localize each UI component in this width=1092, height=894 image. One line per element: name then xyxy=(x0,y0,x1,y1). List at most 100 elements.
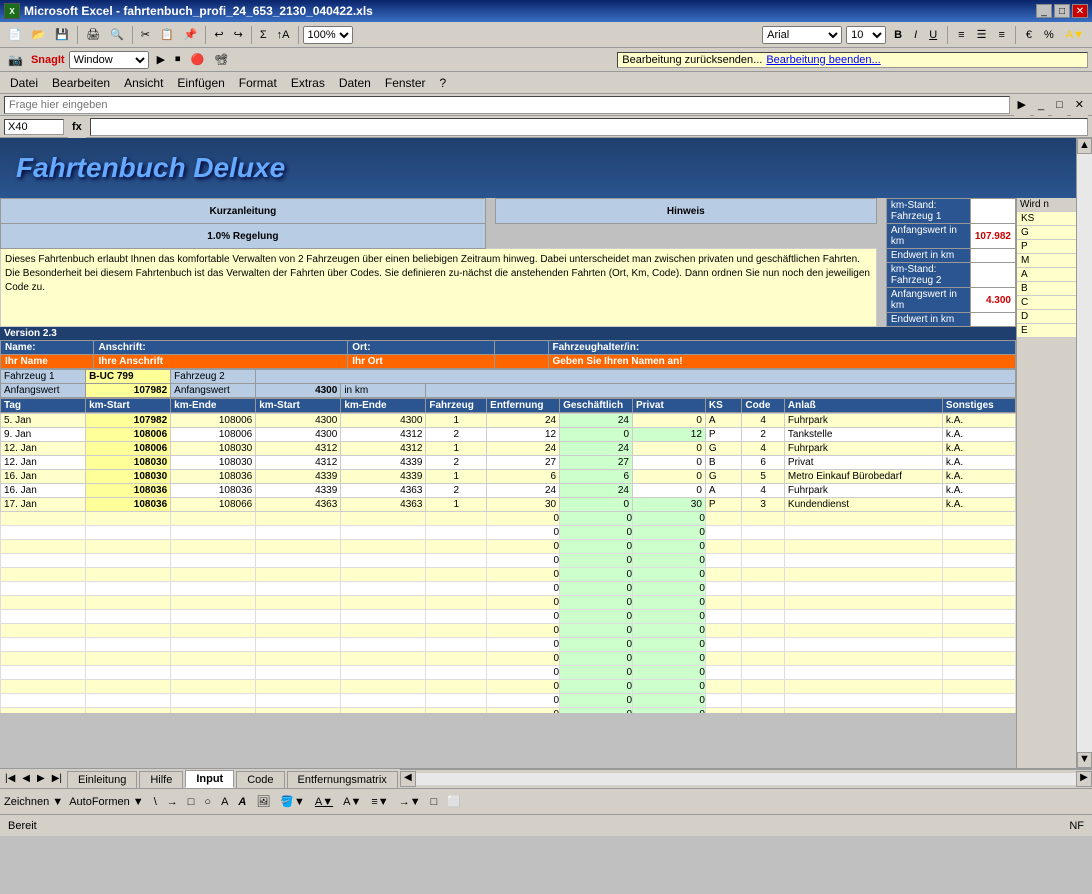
tab-hilfe[interactable]: Hilfe xyxy=(139,771,183,788)
bearbeitung-btn[interactable]: Bearbeitung beenden... xyxy=(766,54,880,66)
menu-extras[interactable]: Extras xyxy=(285,74,331,92)
scroll-up-button[interactable]: ▲ xyxy=(1077,138,1092,154)
currency-button[interactable]: € xyxy=(1022,24,1036,46)
minimize-app-button[interactable]: _ xyxy=(1034,94,1048,116)
empty-cell xyxy=(256,596,341,610)
tab-einleitung[interactable]: Einleitung xyxy=(67,771,137,788)
menu-datei[interactable]: Datei xyxy=(4,74,44,92)
menu-fenster[interactable]: Fenster xyxy=(379,74,432,92)
side-item-d: D xyxy=(1017,310,1076,324)
regelung-tab[interactable]: 1.0% Regelung xyxy=(1,224,486,249)
fontsize-select[interactable]: 10 xyxy=(846,26,886,44)
snagit-btn4[interactable]: 📽 xyxy=(210,49,232,71)
align-center-button[interactable]: ☰ xyxy=(973,24,991,46)
close-button[interactable]: ✕ xyxy=(1072,4,1088,18)
wordart-btn[interactable]: A xyxy=(234,791,250,813)
underline-button[interactable]: U xyxy=(925,24,941,46)
close-app-button[interactable]: ✕ xyxy=(1071,94,1088,116)
italic-button[interactable]: I xyxy=(910,24,921,46)
tab-last-button[interactable]: ▶| xyxy=(49,773,65,784)
align-left-button[interactable]: ≡ xyxy=(954,24,968,46)
maximize-app-button[interactable]: □ xyxy=(1052,94,1067,116)
tab-prev-button[interactable]: ◀ xyxy=(19,773,33,784)
copy-button[interactable]: 📋 xyxy=(156,24,178,46)
font-select[interactable]: Arial xyxy=(762,26,842,44)
window-controls[interactable]: _ □ ✕ xyxy=(1036,4,1088,18)
tab-entfernungsmatrix[interactable]: Entfernungsmatrix xyxy=(287,771,398,788)
empty-row: 000 xyxy=(1,708,1016,714)
sort-asc-button[interactable]: ↑A xyxy=(273,24,294,46)
shadow-btn[interactable]: □ xyxy=(427,791,442,813)
open-button[interactable]: 📂 xyxy=(28,24,50,46)
autoformen-btn[interactable]: AutoFormen ▼ xyxy=(65,791,147,813)
preview-button[interactable]: 🔍 xyxy=(106,24,128,46)
tab-input[interactable]: Input xyxy=(185,770,234,788)
undo-button[interactable]: ↩ xyxy=(210,24,227,46)
zoom-select[interactable]: 100% xyxy=(303,26,353,44)
empty-cell: 0 xyxy=(487,694,560,708)
kurzanleitung-tab[interactable]: Kurzanleitung xyxy=(1,199,486,224)
question-input[interactable] xyxy=(4,96,1010,114)
scroll-right-button[interactable]: ▶ xyxy=(1076,771,1092,787)
snagit-btn3[interactable]: 🔴 xyxy=(187,49,209,71)
snagit-icon[interactable]: 📷 xyxy=(4,49,27,71)
table-cell: 24 xyxy=(487,442,560,456)
align-right-button[interactable]: ≡ xyxy=(994,24,1008,46)
percent-button[interactable]: % xyxy=(1040,24,1058,46)
snagit-btn2[interactable]: ⏹ xyxy=(171,49,185,71)
table-cell: 30 xyxy=(633,498,706,512)
save-button[interactable]: 💾 xyxy=(51,24,73,46)
table-cell: 0 xyxy=(633,456,706,470)
empty-cell: 0 xyxy=(560,652,633,666)
scroll-down-button[interactable]: ▼ xyxy=(1077,752,1092,768)
window-select[interactable]: Window xyxy=(69,51,149,69)
snagit-btn1[interactable]: ▶ xyxy=(153,49,169,71)
tab-code[interactable]: Code xyxy=(236,771,284,788)
paste-button[interactable]: 📌 xyxy=(180,24,202,46)
minimize-button[interactable]: _ xyxy=(1036,4,1052,18)
empty-cell: 0 xyxy=(560,610,633,624)
line-btn[interactable]: \ xyxy=(150,791,161,813)
function-btn[interactable]: fx xyxy=(68,116,86,138)
tab-first-button[interactable]: |◀ xyxy=(2,773,18,784)
cell-reference[interactable] xyxy=(4,119,64,135)
hinweis-tab[interactable]: Hinweis xyxy=(495,199,876,224)
redo-button[interactable]: ↪ xyxy=(230,24,247,46)
menu-ansicht[interactable]: Ansicht xyxy=(118,74,169,92)
cut-button[interactable]: ✂ xyxy=(137,24,154,46)
bold-button[interactable]: B xyxy=(890,24,906,46)
formula-input[interactable] xyxy=(90,118,1088,136)
question-btn[interactable]: ▶ xyxy=(1014,94,1030,116)
fill-color-button[interactable]: A▼ xyxy=(1062,24,1088,46)
status-bar: Bereit NF xyxy=(0,814,1092,836)
arrowstyle-btn[interactable]: →▼ xyxy=(395,791,425,813)
empty-cell xyxy=(426,596,487,610)
oval-btn[interactable]: ○ xyxy=(200,791,215,813)
rect-btn[interactable]: □ xyxy=(184,791,199,813)
fontcolor-btn[interactable]: A▼ xyxy=(339,791,365,813)
menu-daten[interactable]: Daten xyxy=(333,74,377,92)
3d-btn[interactable]: ⬜ xyxy=(443,791,465,813)
table-cell: 4 xyxy=(742,484,785,498)
linestyle-btn[interactable]: ≡▼ xyxy=(367,791,392,813)
clipart-btn[interactable]: 🖼 xyxy=(252,791,274,813)
empty-cell xyxy=(171,680,256,694)
separator7 xyxy=(1015,26,1016,44)
menu-help[interactable]: ? xyxy=(434,74,453,92)
print-button[interactable]: 🖨 xyxy=(82,24,104,46)
scroll-left-button[interactable]: ◀ xyxy=(400,771,416,787)
textbox-btn[interactable]: A xyxy=(217,791,232,813)
empty-cell xyxy=(1,680,86,694)
menu-einfuegen[interactable]: Einfügen xyxy=(171,74,230,92)
arrow-btn[interactable]: → xyxy=(163,791,182,813)
fillcolor-btn[interactable]: 🪣▼ xyxy=(276,791,309,813)
linecolor-btn[interactable]: A▼ xyxy=(311,791,337,813)
vertical-scrollbar[interactable]: ▲ ▼ xyxy=(1076,138,1092,768)
empty-cell xyxy=(784,596,942,610)
maximize-button[interactable]: □ xyxy=(1054,4,1070,18)
sum-button[interactable]: Σ xyxy=(256,24,271,46)
menu-format[interactable]: Format xyxy=(233,74,283,92)
tab-next-button[interactable]: ▶ xyxy=(34,773,48,784)
menu-bearbeiten[interactable]: Bearbeiten xyxy=(46,74,116,92)
new-button[interactable]: 📄 xyxy=(4,24,26,46)
